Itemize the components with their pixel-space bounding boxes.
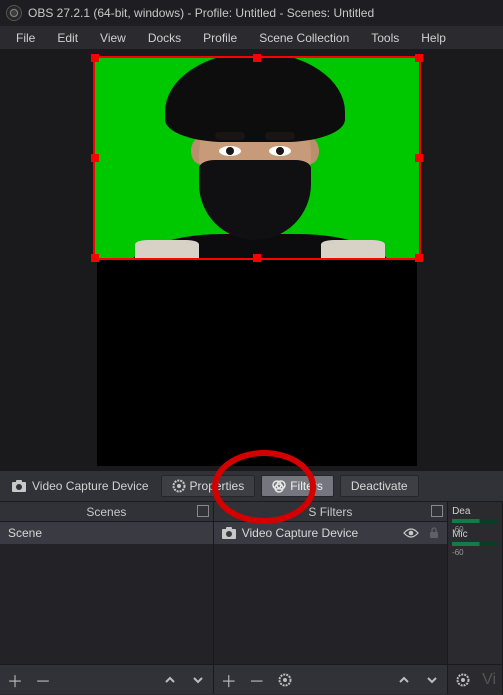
- menu-tools[interactable]: Tools: [361, 28, 409, 48]
- source-context-toolbar: Video Capture Device Properties Filters …: [0, 470, 503, 502]
- filters-button[interactable]: Filters: [261, 475, 334, 497]
- menu-docks[interactable]: Docks: [138, 28, 191, 48]
- scene-item[interactable]: Scene: [0, 522, 213, 544]
- properties-label: Properties: [190, 479, 245, 493]
- resize-handle-icon[interactable]: [253, 254, 261, 262]
- resize-handle-icon[interactable]: [91, 254, 99, 262]
- resize-handle-icon[interactable]: [415, 254, 423, 262]
- lock-toggle[interactable]: [429, 527, 439, 539]
- menu-profile[interactable]: Profile: [193, 28, 247, 48]
- scenes-title: Scenes: [86, 505, 126, 519]
- eye-icon: [403, 527, 419, 539]
- titlebar: OBS 27.2.1 (64-bit, windows) - Profile: …: [0, 0, 503, 26]
- sources-title: S Filters: [308, 505, 352, 519]
- selected-source-label: Video Capture Device: [6, 476, 155, 496]
- remove-source-button[interactable]: －: [248, 668, 266, 692]
- obs-logo-icon: [6, 5, 22, 21]
- scene-down-button[interactable]: [189, 674, 207, 686]
- lock-icon: [429, 527, 439, 539]
- docks-row: Scenes Scene ＋ － S Filters Video Capture…: [0, 502, 503, 694]
- chevron-up-icon: [398, 674, 410, 686]
- scene-up-button[interactable]: [161, 674, 179, 686]
- mixer-settings-button[interactable]: [454, 673, 472, 687]
- properties-button[interactable]: Properties: [161, 475, 256, 497]
- video-capture-preview: [95, 58, 419, 258]
- scene-item-label: Scene: [8, 526, 42, 540]
- resize-handle-icon[interactable]: [253, 54, 261, 62]
- resize-handle-icon[interactable]: [415, 154, 423, 162]
- source-down-button[interactable]: [423, 674, 441, 686]
- sources-header[interactable]: S Filters: [214, 502, 447, 522]
- menu-scene-collection[interactable]: Scene Collection: [249, 28, 359, 48]
- mixer-toolbar: Vi: [448, 664, 502, 694]
- audio-mixer-panel: Dea -60 Mic -60 Vi: [448, 502, 503, 694]
- menubar: File Edit View Docks Profile Scene Colle…: [0, 26, 503, 50]
- sources-list[interactable]: Video Capture Device: [214, 522, 447, 664]
- chevron-down-icon: [426, 674, 438, 686]
- gear-icon: [278, 673, 292, 687]
- chevron-down-icon: [192, 674, 204, 686]
- vert-divider: Vi: [482, 671, 496, 689]
- source-selection[interactable]: [93, 56, 421, 260]
- filters-label: Filters: [290, 479, 323, 493]
- source-item[interactable]: Video Capture Device: [214, 522, 447, 544]
- add-source-button[interactable]: ＋: [220, 668, 238, 692]
- popout-icon[interactable]: [431, 505, 443, 517]
- deactivate-button[interactable]: Deactivate: [340, 475, 419, 497]
- scenes-list[interactable]: Scene: [0, 522, 213, 664]
- filters-icon: [272, 479, 286, 493]
- chevron-up-icon: [164, 674, 176, 686]
- source-up-button[interactable]: [395, 674, 413, 686]
- camera-icon: [12, 480, 26, 492]
- audio-track: Dea -60: [452, 506, 498, 523]
- scenes-panel: Scenes Scene ＋ －: [0, 502, 214, 694]
- sources-panel: S Filters Video Capture Device ＋ －: [214, 502, 448, 694]
- audio-meter: -60: [452, 519, 498, 523]
- popout-icon[interactable]: [197, 505, 209, 517]
- source-properties-button[interactable]: [276, 673, 294, 687]
- resize-handle-icon[interactable]: [91, 154, 99, 162]
- source-item-label: Video Capture Device: [242, 526, 359, 540]
- menu-edit[interactable]: Edit: [47, 28, 88, 48]
- audio-track-name: Dea: [452, 506, 498, 517]
- gear-icon: [172, 479, 186, 493]
- preview-area[interactable]: [0, 50, 503, 470]
- resize-handle-icon[interactable]: [415, 54, 423, 62]
- selected-source-name: Video Capture Device: [32, 479, 149, 493]
- gear-icon: [456, 673, 470, 687]
- window-title: OBS 27.2.1 (64-bit, windows) - Profile: …: [28, 6, 374, 20]
- resize-handle-icon[interactable]: [91, 54, 99, 62]
- sources-toolbar: ＋ －: [214, 664, 447, 694]
- menu-help[interactable]: Help: [411, 28, 456, 48]
- camera-icon: [222, 527, 236, 539]
- menu-file[interactable]: File: [6, 28, 45, 48]
- menu-view[interactable]: View: [90, 28, 136, 48]
- audio-meter: -60: [452, 542, 498, 546]
- deactivate-label: Deactivate: [351, 479, 408, 493]
- preview-canvas[interactable]: [97, 56, 417, 466]
- scenes-toolbar: ＋ －: [0, 664, 213, 694]
- visibility-toggle[interactable]: [403, 527, 419, 539]
- add-scene-button[interactable]: ＋: [6, 668, 24, 692]
- scenes-header[interactable]: Scenes: [0, 502, 213, 522]
- remove-scene-button[interactable]: －: [34, 668, 52, 692]
